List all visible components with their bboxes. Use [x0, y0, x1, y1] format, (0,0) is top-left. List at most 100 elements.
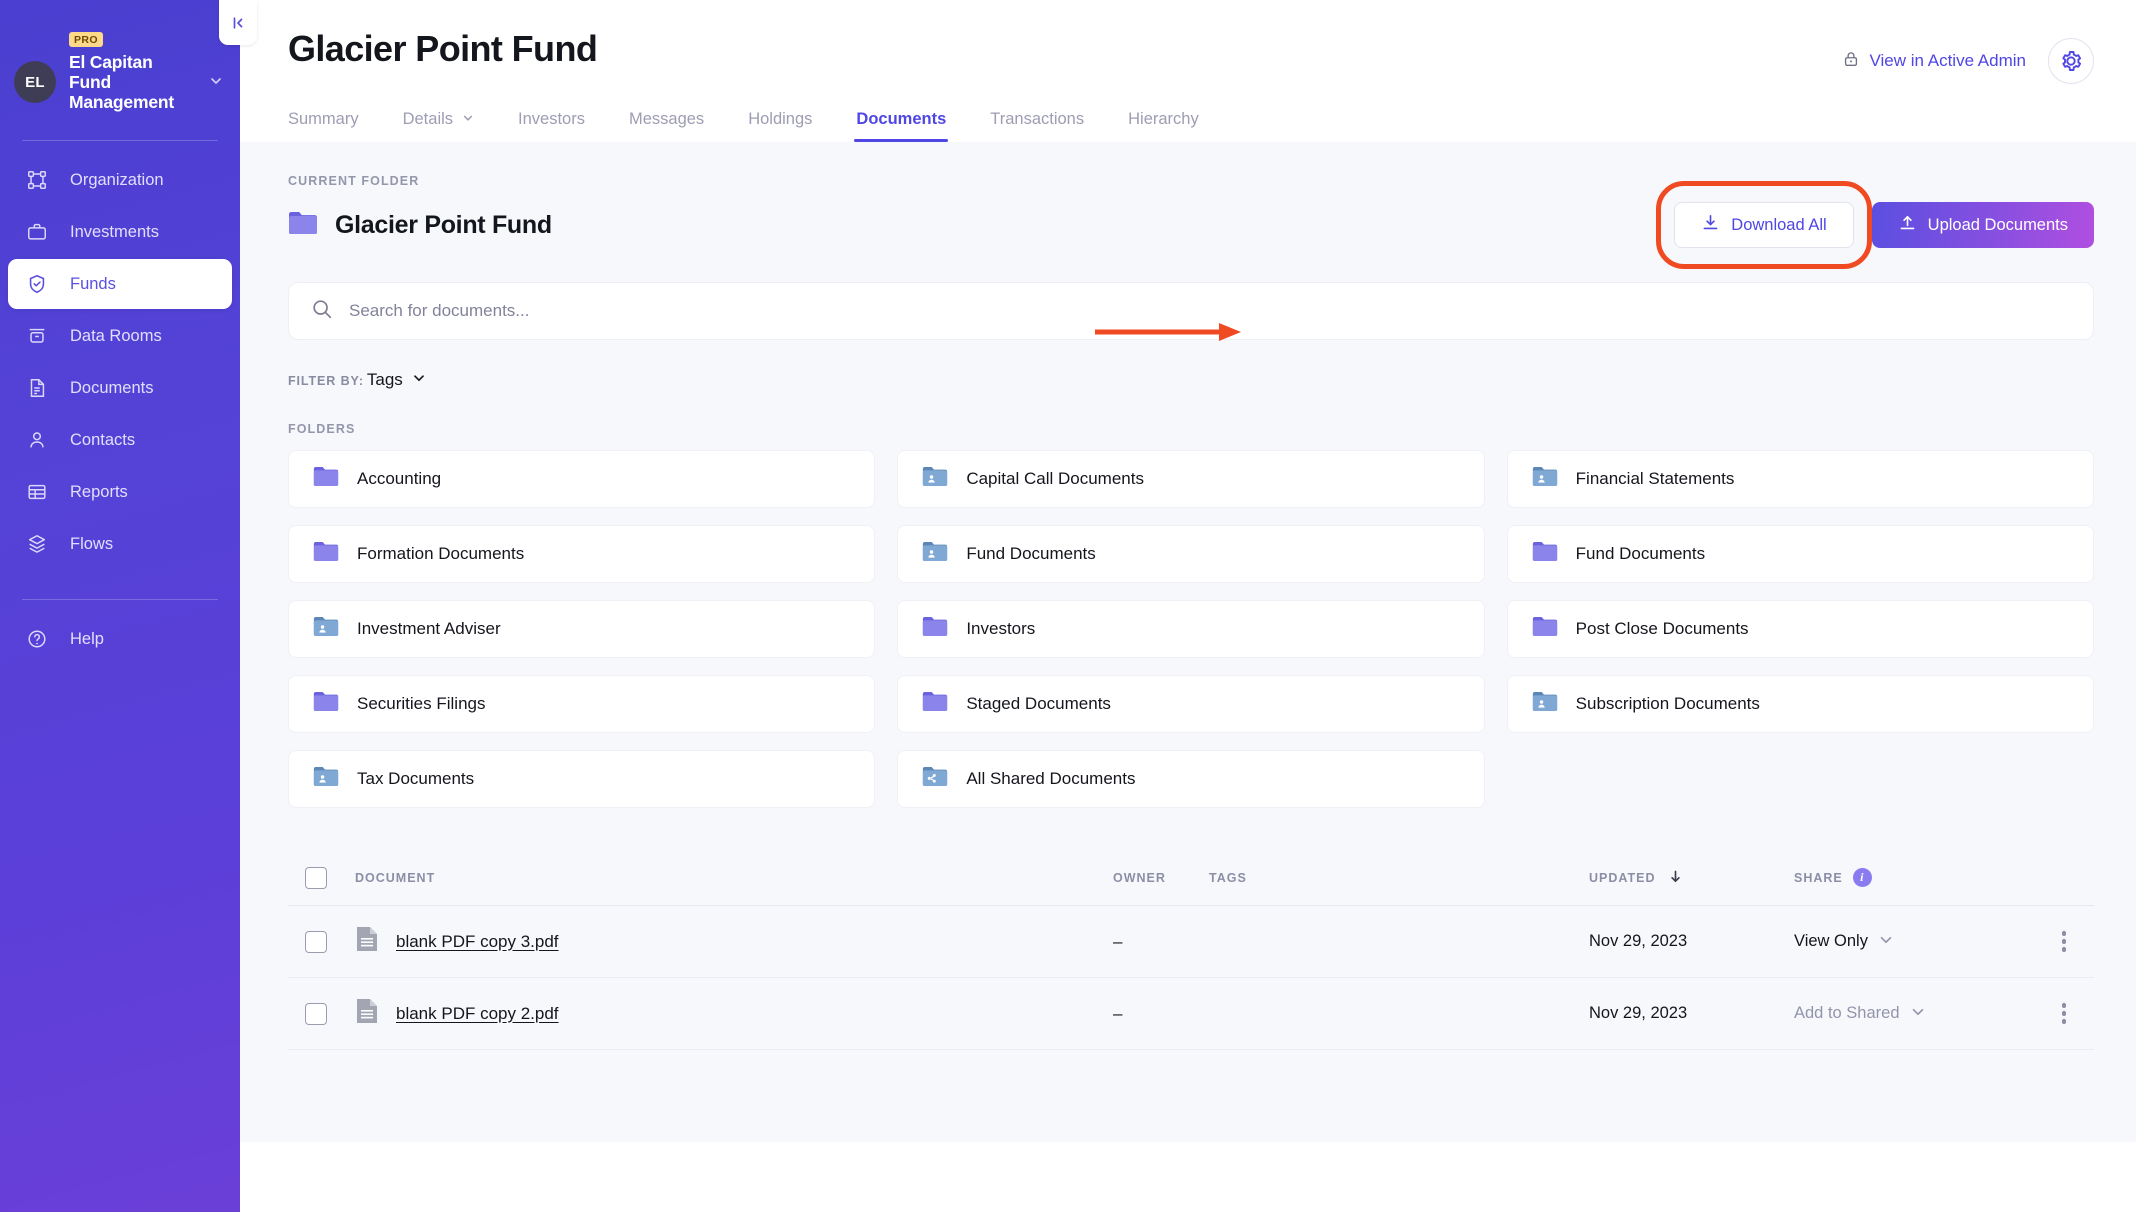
filter-by-label: FILTER BY: [288, 374, 364, 388]
folder-card[interactable]: Post Close Documents [1506, 600, 2094, 658]
app-root: EL PRO El Capitan Fund Management Organi… [0, 0, 2136, 1212]
folder-card[interactable]: Accounting [288, 450, 876, 508]
view-in-active-admin-link[interactable]: View in Active Admin [1842, 50, 2026, 73]
row-checkbox[interactable] [305, 930, 327, 953]
search-icon [311, 298, 333, 325]
tab-label: Messages [628, 110, 705, 128]
owner-value: – [1113, 931, 1123, 951]
org-switcher[interactable]: EL PRO El Capitan Fund Management [0, 0, 240, 112]
sidebar-collapse-button[interactable] [219, 0, 257, 45]
folder-card[interactable]: All Shared Documents [897, 750, 1485, 808]
folder-icon [288, 210, 318, 241]
arrow-annotation [1095, 323, 1241, 341]
sidebar-item-investments[interactable]: Investments [8, 207, 232, 257]
share-dropdown[interactable]: Add to Shared [1794, 1004, 1900, 1023]
info-icon[interactable]: i [1852, 868, 1872, 887]
question-circle-icon [26, 628, 48, 650]
collapse-left-icon [233, 16, 243, 29]
main-content: Glacier Point Fund View in Active Admin [240, 0, 2136, 1212]
pdf-file-icon [355, 925, 379, 958]
updated-value: Nov 29, 2023 [1589, 1004, 1688, 1022]
sidebar-item-help[interactable]: Help [8, 614, 232, 664]
folder-name: All Shared Documents [966, 769, 1136, 788]
download-all-button[interactable]: Download All [1674, 202, 1854, 248]
folder-card[interactable]: Subscription Documents [1506, 675, 2094, 733]
tab-details[interactable]: Details [381, 110, 496, 142]
page-title: Glacier Point Fund [288, 28, 598, 69]
folder-card[interactable]: Investment Adviser [288, 600, 876, 658]
table-row[interactable]: blank PDF copy 2.pdf – Nov 29, 2023 Add … [288, 978, 2094, 1050]
folder-icon-private [313, 465, 339, 493]
folder-name: Post Close Documents [1575, 619, 1749, 638]
folder-name: Tax Documents [357, 769, 475, 788]
sidebar-item-data-rooms[interactable]: Data Rooms [8, 311, 232, 361]
tab-label: Details [402, 110, 454, 128]
folder-icon-shared [922, 465, 948, 493]
row-actions-menu[interactable] [2061, 1003, 2067, 1024]
tab-holdings[interactable]: Holdings [726, 110, 834, 142]
column-header-updated-sort[interactable]: UPDATED [1589, 869, 1794, 887]
sidebar-item-contacts[interactable]: Contacts [8, 415, 232, 465]
folder-name: Staged Documents [966, 694, 1111, 713]
folder-card[interactable]: Financial Statements [1506, 450, 2094, 508]
filter-tags-dropdown[interactable]: Tags [367, 370, 426, 390]
tab-hierarchy[interactable]: Hierarchy [1106, 110, 1221, 142]
folder-card[interactable]: Capital Call Documents [897, 450, 1485, 508]
sidebar-item-documents[interactable]: Documents [8, 363, 232, 413]
folder-card[interactable]: Securities Filings [288, 675, 876, 733]
select-all-checkbox[interactable] [305, 866, 327, 889]
tab-investors[interactable]: Investors [496, 110, 607, 142]
sidebar-item-reports[interactable]: Reports [8, 467, 232, 517]
document-name-link[interactable]: blank PDF copy 3.pdf [396, 932, 559, 952]
table-row[interactable]: blank PDF copy 3.pdf – Nov 29, 2023 View… [288, 906, 2094, 978]
chevron-down-icon [412, 370, 426, 390]
folder-name: Subscription Documents [1575, 694, 1760, 713]
pro-badge: PRO [69, 32, 103, 47]
folder-card[interactable]: Formation Documents [288, 525, 876, 583]
folder-name: Investment Adviser [357, 619, 501, 638]
share-dropdown[interactable]: View Only [1794, 932, 1868, 951]
folder-card[interactable]: Fund Documents [897, 525, 1485, 583]
folder-icon-shared [922, 540, 948, 568]
sidebar-item-label: Reports [70, 482, 128, 501]
shield-check-icon [26, 273, 48, 295]
folder-icon-private [313, 690, 339, 718]
row-actions-menu[interactable] [2061, 931, 2067, 952]
upload-icon [1898, 213, 1917, 237]
folder-card[interactable]: Tax Documents [288, 750, 876, 808]
settings-button[interactable] [2048, 38, 2094, 84]
folder-icon-shared [1532, 690, 1558, 718]
layers-icon [26, 533, 48, 555]
search-input[interactable] [349, 301, 2071, 321]
folder-icon-private [1532, 540, 1558, 568]
folder-name: Securities Filings [357, 694, 486, 713]
tab-messages[interactable]: Messages [607, 110, 726, 142]
folder-icon-private [313, 540, 339, 568]
document-icon [26, 377, 48, 399]
folders-label: FOLDERS [288, 422, 356, 436]
folder-name: Investors [966, 619, 1036, 638]
upload-documents-button[interactable]: Upload Documents [1871, 202, 2094, 248]
download-all-label: Download All [1731, 215, 1827, 234]
sidebar-item-flows[interactable]: Flows [8, 519, 232, 569]
tab-documents[interactable]: Documents [834, 110, 968, 142]
folder-card[interactable]: Investors [897, 600, 1485, 658]
chevron-down-icon[interactable] [1910, 1004, 1926, 1023]
owner-value: – [1113, 1003, 1123, 1023]
chevron-down-icon[interactable] [208, 73, 224, 92]
sidebar-item-organization[interactable]: Organization [8, 155, 232, 205]
chevron-down-icon[interactable] [1878, 932, 1894, 951]
folder-card[interactable]: Staged Documents [897, 675, 1485, 733]
sidebar-item-label: Investments [70, 222, 159, 241]
sidebar-item-label: Help [70, 629, 104, 648]
row-checkbox[interactable] [305, 1002, 327, 1025]
avatar: EL [14, 61, 56, 104]
document-name-link[interactable]: blank PDF copy 2.pdf [396, 1004, 559, 1024]
sidebar-item-funds[interactable]: Funds [8, 259, 232, 310]
lock-icon [1842, 50, 1860, 73]
tab-summary[interactable]: Summary [288, 110, 381, 142]
sidebar-item-label: Organization [70, 170, 164, 189]
tab-transactions[interactable]: Transactions [968, 110, 1106, 142]
current-folder: Glacier Point Fund [288, 210, 552, 241]
folder-card[interactable]: Fund Documents [1506, 525, 2094, 583]
